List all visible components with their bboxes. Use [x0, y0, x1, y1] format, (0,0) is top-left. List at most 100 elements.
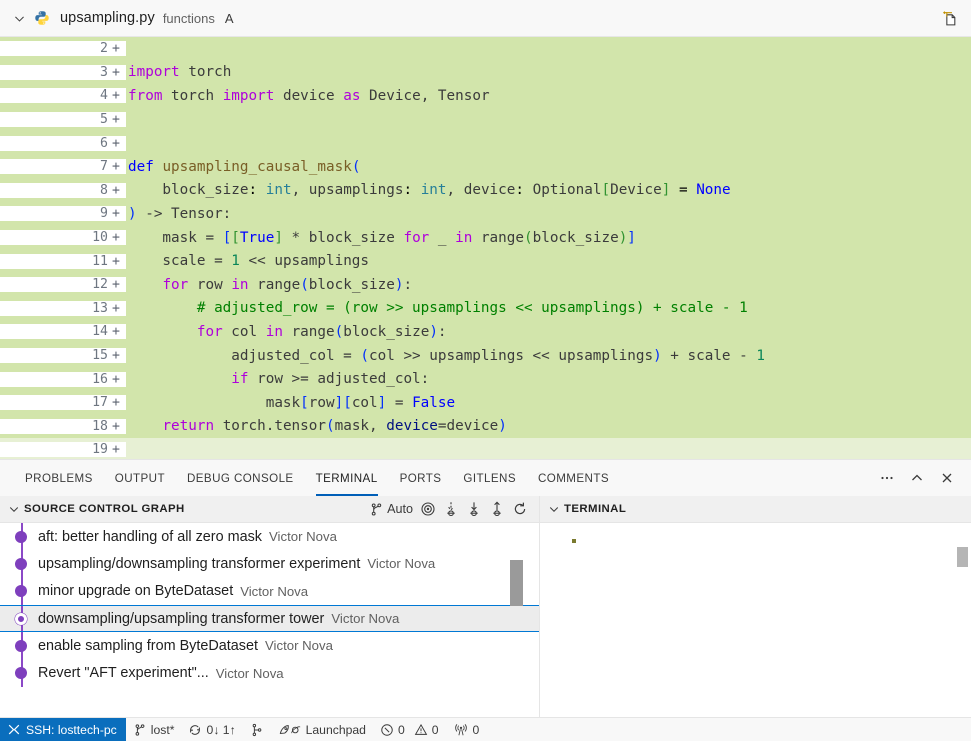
tab-terminal[interactable]: TERMINAL [305, 460, 389, 496]
diff-sign: + [112, 418, 126, 434]
diff-line[interactable]: 15 + adjusted_col = (col >> upsamplings <… [0, 343, 971, 368]
tab-comments[interactable]: COMMENTS [527, 460, 620, 496]
diff-line[interactable]: 2 + [0, 37, 971, 61]
line-text: scale = 1 << upsamplings [128, 253, 370, 270]
editor-breadcrumb-header: upsampling.py functions A [0, 0, 971, 37]
vscode-window: upsampling.py functions A 2 +3 + import tor… [0, 0, 971, 741]
line-text: adjusted_col = (col >> upsamplings << up… [128, 347, 765, 364]
tab-problems[interactable]: PROBLEMS [14, 460, 104, 496]
fetch-icon[interactable] [440, 497, 462, 521]
diff-sign: + [112, 182, 126, 198]
status-branch[interactable]: lost* [126, 718, 182, 741]
panel-body: SOURCE CONTROL GRAPH Auto aft: better ha… [0, 496, 971, 717]
terminal-header[interactable]: TERMINAL [540, 496, 971, 523]
commit-message: Revert "AFT experiment"... [38, 665, 209, 682]
diff-line[interactable]: 4 + from torch import device as Device, Te… [0, 84, 971, 108]
diff-line[interactable]: 19 + [0, 438, 971, 459]
graph-commit-node [15, 639, 27, 652]
commit-author: Victor Nova [268, 529, 337, 545]
line-number: 7 [0, 159, 112, 175]
git-branch-auto-button[interactable]: Auto [366, 497, 416, 521]
commit-message: upsampling/downsampling transformer expe… [38, 555, 361, 572]
diff-line[interactable]: 13 + # adjusted_row = (row >> upsamplings… [0, 296, 971, 321]
line-number: 3 [0, 64, 112, 80]
status-merge[interactable] [243, 718, 271, 741]
push-icon[interactable] [486, 497, 508, 521]
refresh-icon[interactable] [509, 497, 531, 521]
tab-output[interactable]: OUTPUT [104, 460, 176, 496]
commit-author: Victor Nova [264, 638, 333, 654]
diff-line[interactable]: 3 + import torch [0, 60, 971, 85]
terminal-scrollbar[interactable] [957, 547, 968, 567]
status-launchpad[interactable]: Launchpad [271, 718, 373, 741]
status-problems[interactable]: 0 0 [373, 718, 446, 741]
commit-graph-column [0, 632, 38, 660]
diff-line[interactable]: 17 + mask[row][col] = False [0, 390, 971, 415]
breadcrumb-symbol-label[interactable]: functions [163, 11, 215, 26]
commit-row[interactable]: minor upgrade on ByteDataset Victor Nova [0, 577, 539, 605]
status-branch-label: lost* [150, 722, 175, 737]
commit-graph-column [0, 523, 38, 551]
status-ports[interactable]: 0 [446, 718, 487, 741]
diff-line[interactable]: 16 + if row >= adjusted_col: [0, 367, 971, 391]
tab-ports[interactable]: PORTS [389, 460, 453, 496]
commit-row[interactable]: downsampling/upsampling transformer towe… [0, 604, 539, 633]
maximize-panel-icon[interactable] [903, 464, 931, 492]
line-text: for col in range(block_size): [196, 323, 447, 340]
source-control-graph-view: SOURCE CONTROL GRAPH Auto aft: better ha… [0, 496, 540, 717]
pull-icon[interactable] [463, 497, 485, 521]
source-control-graph-header[interactable]: SOURCE CONTROL GRAPH Auto [0, 496, 539, 523]
source-control-scrollbar[interactable] [510, 560, 523, 606]
tab-debug-console[interactable]: DEBUG CONSOLE [176, 460, 305, 496]
chevron-down-icon[interactable] [8, 7, 30, 29]
diff-line[interactable]: 18 + return torch.tensor(mask, device =dev… [0, 414, 971, 439]
close-panel-icon[interactable] [933, 464, 961, 492]
file-name-label[interactable]: upsampling.py [60, 10, 155, 26]
graph-commit-node [15, 557, 27, 570]
status-launchpad-label: Launchpad [305, 722, 366, 737]
status-remote-indicator[interactable]: SSH: losttech-pc [0, 718, 126, 741]
line-text: ) -> Tensor: [128, 205, 232, 222]
commit-row[interactable]: enable sampling from ByteDataset Victor N… [0, 632, 539, 660]
diff-line[interactable]: 10 + mask = [[True] * block_size for _ in… [0, 225, 971, 250]
source-control-graph-title: SOURCE CONTROL GRAPH [24, 503, 185, 515]
editor-header-actions [937, 6, 961, 30]
diff-line[interactable]: 7 + def upsampling_causal_mask( [0, 154, 971, 179]
graph-commit-node [15, 612, 27, 625]
chevron-down-icon[interactable] [4, 503, 24, 515]
commit-row[interactable]: aft: better handling of all zero mask Vic… [0, 523, 539, 551]
status-sync-label: 0↓ 1↑ [206, 722, 236, 737]
compare-file-icon[interactable] [937, 6, 961, 30]
chevron-down-icon[interactable] [544, 503, 564, 515]
diff-sign: + [112, 112, 126, 128]
commit-row[interactable]: upsampling/downsampling transformer expe… [0, 550, 539, 578]
diff-sign: + [112, 64, 126, 80]
line-text: # adjusted_row = (row >> upsamplings << … [128, 300, 748, 317]
python-file-icon [32, 8, 52, 28]
commit-graph-list[interactable]: aft: better handling of all zero mask Vic… [0, 523, 539, 717]
tab-gitlens[interactable]: GITLENS [452, 460, 527, 496]
target-focus-icon[interactable] [417, 497, 439, 521]
diff-line[interactable]: 6 + [0, 131, 971, 155]
commit-row[interactable]: Revert "AFT experiment"... Victor Nova [0, 659, 539, 687]
line-number: 6 [0, 135, 112, 151]
line-text: mask[row][col] = False [128, 394, 456, 411]
line-number: 18 [0, 418, 112, 434]
diff-line[interactable]: 5 + [0, 107, 971, 132]
status-sync[interactable]: 0↓ 1↑ [181, 718, 242, 741]
code-content[interactable]: 2 +3 + import torch 4 + from torch import devi… [0, 37, 971, 459]
line-text: if row >= adjusted_col: [231, 371, 430, 388]
terminal-output[interactable] [540, 523, 971, 717]
diff-line[interactable]: 11 + scale = 1 << upsamplings [0, 249, 971, 273]
diff-line[interactable]: 9 +) -> Tensor: [0, 202, 971, 226]
diff-editor[interactable]: 2 +3 + import torch 4 + from torch import devi… [0, 37, 971, 459]
diff-sign: + [112, 88, 126, 104]
more-actions-icon[interactable] [873, 464, 901, 492]
line-number: 14 [0, 324, 112, 340]
diff-line[interactable]: 14 + for col in range(block_size): [0, 320, 971, 344]
line-text: block_size: int, upsamplings: int, devic… [128, 182, 731, 199]
diff-line[interactable]: 8 + block_size: int, upsamplings: int, de… [0, 178, 971, 203]
line-text [126, 37, 971, 61]
diff-line[interactable]: 12 + for row in range(block_size): [0, 272, 971, 297]
warning-triangle-icon [414, 723, 428, 737]
